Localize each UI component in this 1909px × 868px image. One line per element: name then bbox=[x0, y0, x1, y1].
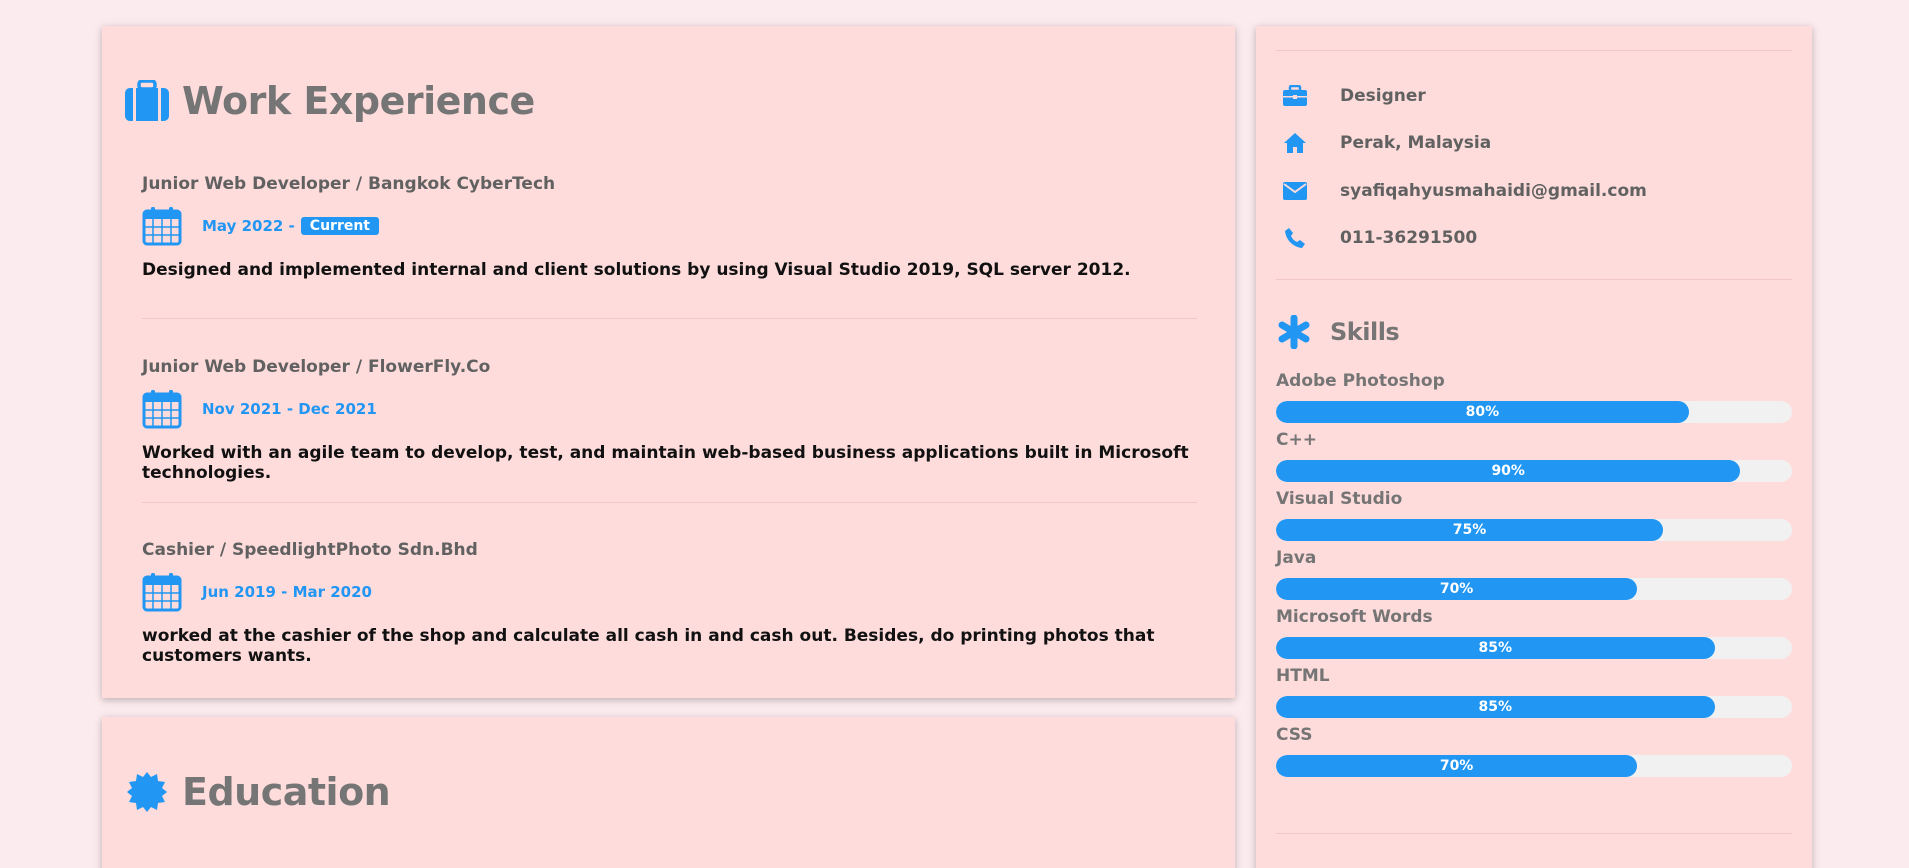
skill-progress-fill: 70% bbox=[1276, 578, 1638, 600]
job-description: Designed and implemented internal and cl… bbox=[142, 260, 1131, 280]
work-experience-heading: Work Experience bbox=[124, 78, 535, 124]
phone-icon bbox=[1280, 226, 1310, 250]
info-job: Designer bbox=[1280, 84, 1426, 108]
skill-progress-fill: 75% bbox=[1276, 519, 1663, 541]
skills-heading: Skills bbox=[1276, 314, 1400, 350]
job-entry: Junior Web Developer / FlowerFly.Co Nov … bbox=[142, 357, 1197, 483]
briefcase-icon bbox=[1280, 84, 1310, 108]
info-email-text: syafiqahyusmahaidi@gmail.com bbox=[1340, 181, 1647, 201]
skill-progress-bar: 70% bbox=[1276, 578, 1792, 600]
skill-label: CSS bbox=[1276, 725, 1313, 745]
calendar-icon bbox=[142, 572, 182, 612]
skill-progress-fill: 90% bbox=[1276, 460, 1741, 482]
skill-progress-bar: 70% bbox=[1276, 755, 1792, 777]
skill-label: HTML bbox=[1276, 666, 1330, 686]
info-location: Perak, Malaysia bbox=[1280, 131, 1491, 155]
info-phone-text: 011-36291500 bbox=[1340, 228, 1478, 248]
skill-label: Microsoft Words bbox=[1276, 607, 1433, 627]
envelope-icon bbox=[1280, 179, 1310, 203]
job-date: Nov 2021 - Dec 2021 bbox=[142, 389, 1197, 429]
job-title: Junior Web Developer / FlowerFly.Co bbox=[142, 357, 491, 377]
divider bbox=[142, 318, 1197, 319]
education-card: Education bbox=[102, 717, 1235, 868]
skill-label: Java bbox=[1276, 548, 1317, 568]
skill-progress-bar: 85% bbox=[1276, 637, 1792, 659]
job-entry: Cashier / SpeedlightPhoto Sdn.Bhd Jun 20… bbox=[142, 540, 1197, 666]
divider bbox=[1276, 279, 1792, 280]
education-title: Education bbox=[182, 770, 391, 814]
calendar-icon bbox=[142, 389, 182, 429]
skill-label: C++ bbox=[1276, 430, 1317, 450]
skill-label: Adobe Photoshop bbox=[1276, 371, 1445, 391]
job-title: Cashier / SpeedlightPhoto Sdn.Bhd bbox=[142, 540, 478, 560]
skill-progress-bar: 75% bbox=[1276, 519, 1792, 541]
job-description: worked at the cashier of the shop and ca… bbox=[142, 626, 1155, 666]
divider bbox=[1276, 50, 1792, 51]
job-date: May 2022 - Current bbox=[142, 206, 1197, 246]
skill-progress-bar: 85% bbox=[1276, 696, 1792, 718]
job-entry: Junior Web Developer / Bangkok CyberTech… bbox=[142, 174, 1197, 280]
suitcase-icon bbox=[124, 78, 170, 124]
skill-progress-bar: 80% bbox=[1276, 401, 1792, 423]
job-date-text: May 2022 - bbox=[202, 217, 295, 235]
work-experience-title: Work Experience bbox=[182, 79, 535, 123]
education-heading: Education bbox=[124, 769, 391, 815]
divider bbox=[142, 502, 1197, 503]
divider bbox=[1276, 833, 1792, 834]
skill-progress-fill: 85% bbox=[1276, 696, 1715, 718]
job-description: Worked with an agile team to develop, te… bbox=[142, 443, 1189, 483]
profile-sidebar-card: Designer Perak, Malaysia syafiqahyusmaha… bbox=[1256, 26, 1812, 868]
current-badge: Current bbox=[300, 217, 380, 235]
calendar-icon bbox=[142, 206, 182, 246]
job-date: Jun 2019 - Mar 2020 bbox=[142, 572, 1197, 612]
info-location-text: Perak, Malaysia bbox=[1340, 133, 1492, 153]
asterisk-icon bbox=[1276, 314, 1312, 350]
skill-progress-fill: 80% bbox=[1276, 401, 1689, 423]
info-phone: 011-36291500 bbox=[1280, 226, 1477, 250]
home-icon bbox=[1280, 131, 1310, 155]
job-date-text: Nov 2021 - Dec 2021 bbox=[202, 400, 377, 418]
info-job-text: Designer bbox=[1340, 86, 1426, 106]
info-email: syafiqahyusmahaidi@gmail.com bbox=[1280, 179, 1647, 203]
skill-progress-fill: 85% bbox=[1276, 637, 1715, 659]
skill-label: Visual Studio bbox=[1276, 489, 1403, 509]
skills-title: Skills bbox=[1330, 318, 1400, 346]
certificate-icon bbox=[124, 769, 170, 815]
job-date-text: Jun 2019 - Mar 2020 bbox=[202, 583, 372, 601]
skill-progress-bar: 90% bbox=[1276, 460, 1792, 482]
skill-progress-fill: 70% bbox=[1276, 755, 1638, 777]
job-title: Junior Web Developer / Bangkok CyberTech bbox=[142, 174, 556, 194]
work-experience-card: Work Experience Junior Web Developer / B… bbox=[102, 26, 1235, 698]
